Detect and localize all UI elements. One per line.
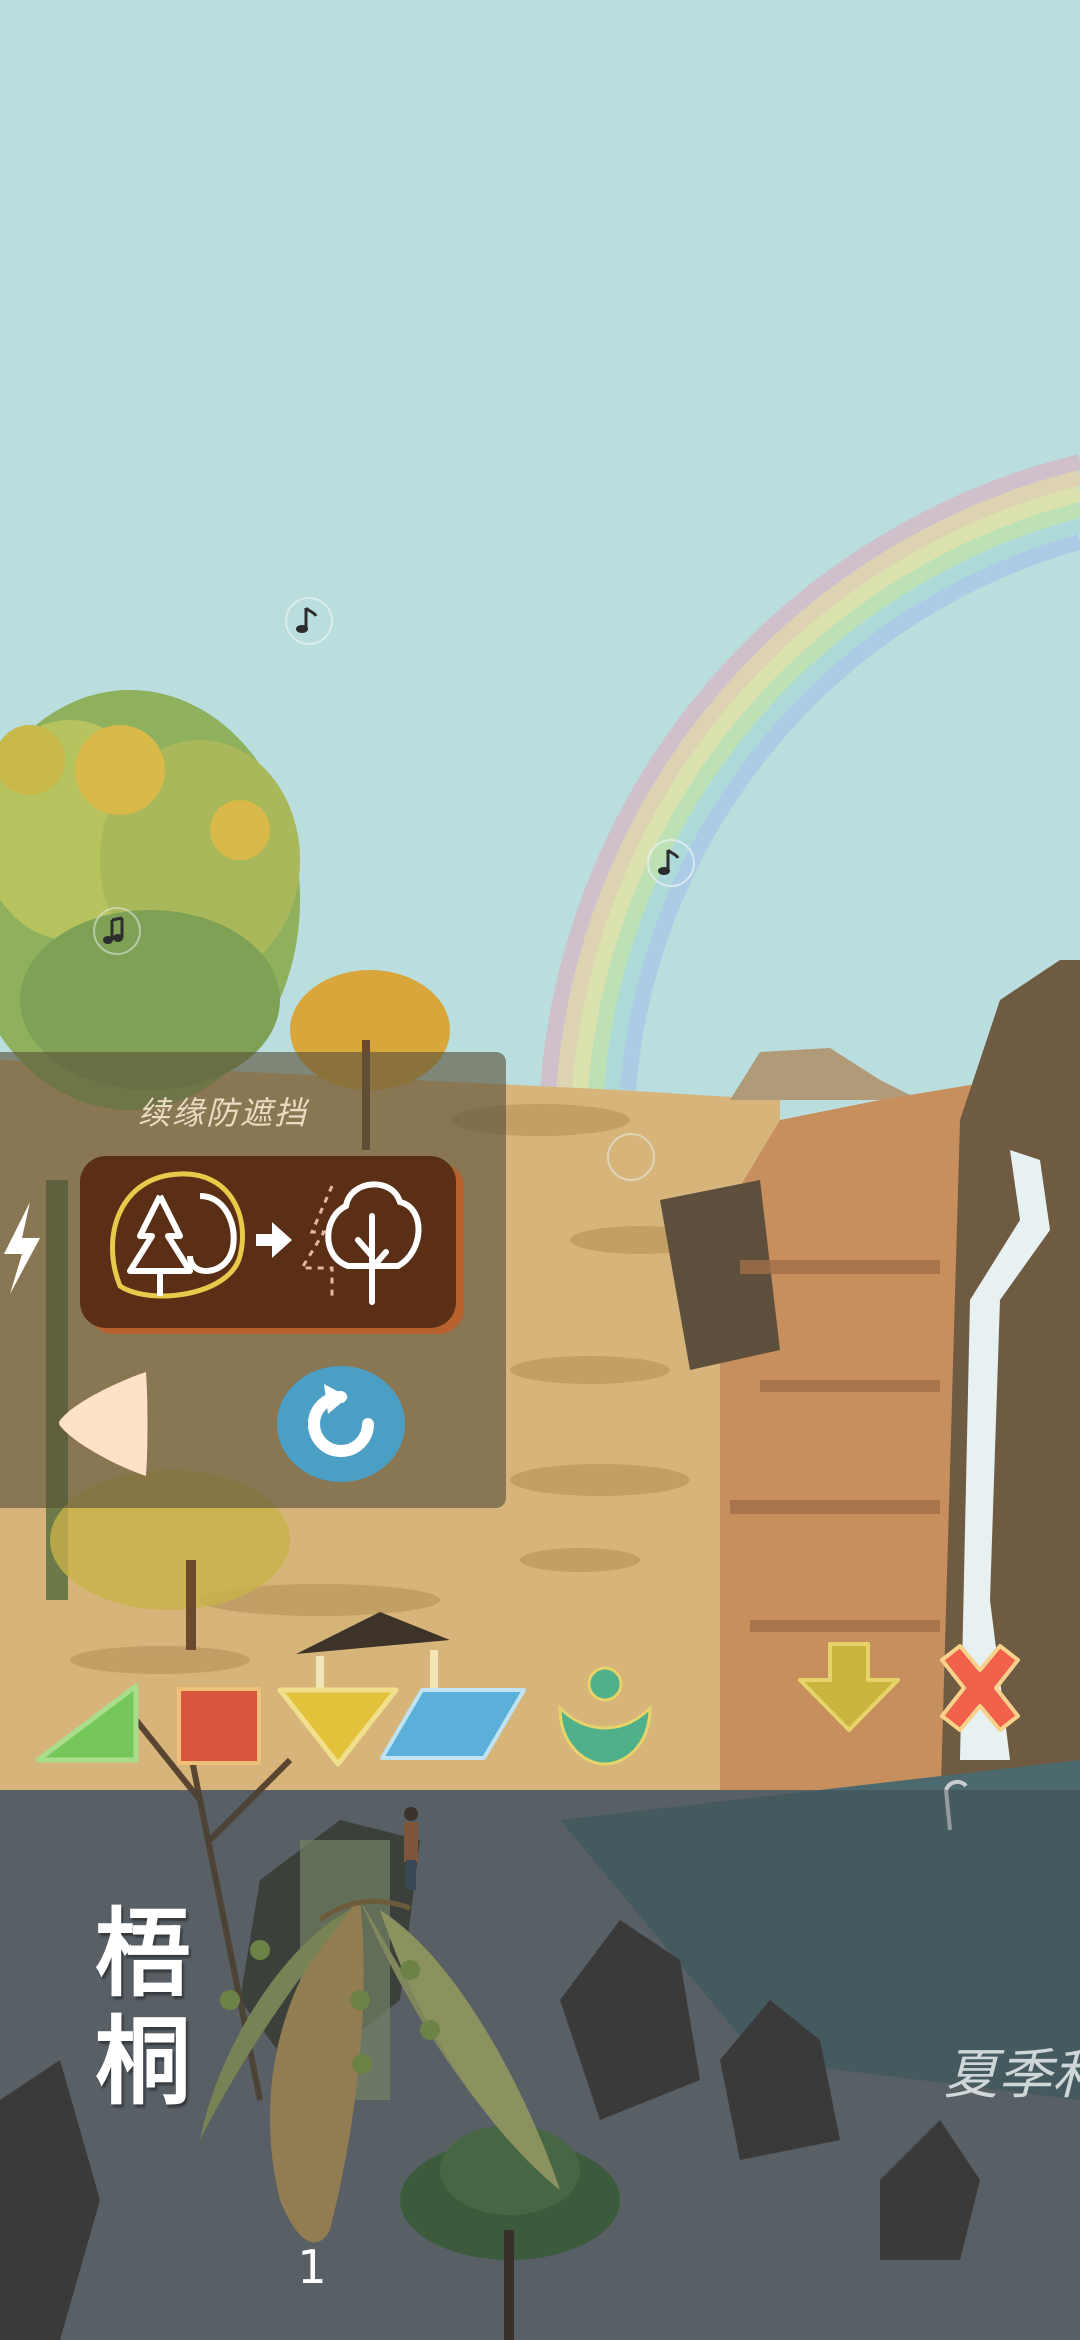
species-name-char-1: 梧 — [95, 1897, 191, 2010]
tree-swap-icon — [110, 1171, 422, 1305]
music-note-icon[interactable] — [284, 596, 334, 646]
rotate-ccw-icon[interactable] — [274, 1362, 408, 1486]
page-number: 1 — [297, 2240, 327, 2294]
triangle-green-button[interactable] — [32, 1680, 142, 1766]
close-x-icon[interactable] — [930, 1640, 1030, 1736]
teal-ring-button[interactable] — [554, 1664, 656, 1768]
panel-title: 续缘防遮挡 — [138, 1094, 309, 1132]
tree-swap-toggle[interactable] — [80, 1156, 456, 1328]
species-name-char-2: 桐 — [95, 2005, 191, 2118]
lightning-icon[interactable] — [0, 1198, 44, 1298]
season-label: 夏季和 — [944, 2043, 1080, 2106]
arrow-down-icon[interactable] — [794, 1640, 904, 1734]
music-note-icon[interactable] — [646, 838, 696, 888]
square-red-button[interactable] — [176, 1686, 262, 1766]
music-note-icon[interactable] — [92, 906, 142, 956]
parallelogram-blue-button[interactable] — [378, 1686, 528, 1762]
music-note-icon[interactable] — [606, 1132, 656, 1182]
triangle-left-icon[interactable] — [56, 1362, 152, 1486]
species-name: 梧 桐 — [88, 1900, 198, 2116]
